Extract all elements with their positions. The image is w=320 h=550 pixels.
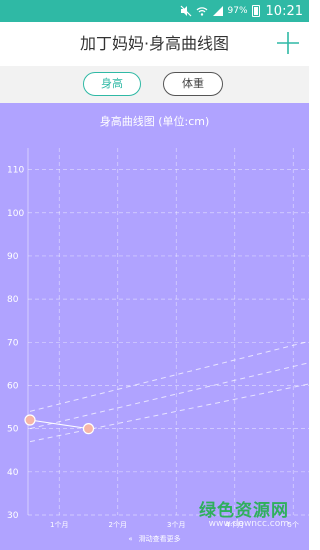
app-bar: 加丁妈妈·身高曲线图 <box>0 22 309 66</box>
y-tick-label: 50 <box>7 425 19 435</box>
height-chart[interactable]: 304050607080901001101个月 2个月 3个月 4个月 5个 <box>0 103 309 550</box>
battery-icon <box>251 5 260 17</box>
height-data-point <box>82 423 95 435</box>
chart-panel[interactable]: 身高曲线图 (单位:cm) 30 40 50 60 70 80 90 100 110 1个月 2个月… <box>0 103 309 550</box>
reference-curve <box>29 383 309 443</box>
watermark: 绿色资源网 www.downcc.com <box>199 496 289 529</box>
y-tick-label: 70 <box>7 338 19 348</box>
tab-weight[interactable]: 体重 <box>163 72 223 96</box>
add-icon[interactable] <box>275 30 301 56</box>
height-data-point <box>24 414 36 426</box>
y-tick-label: 100 <box>7 209 24 219</box>
status-bar: 97% 10:21 <box>0 0 309 22</box>
double-chevron-left-icon: « <box>128 535 133 543</box>
scroll-hint-label: 滑动查看更多 <box>138 535 181 543</box>
reference-curve <box>29 340 309 412</box>
x-tick-label: 3个月 <box>167 521 185 529</box>
y-tick-label: 80 <box>7 295 19 305</box>
y-tick-label: 30 <box>7 511 19 521</box>
x-tick-label: 2个月 <box>109 521 127 529</box>
scroll-hint: « 滑动查看更多 <box>0 534 309 544</box>
wifi-icon <box>196 7 207 16</box>
battery-percent: 97% <box>227 6 248 16</box>
x-tick-label: 1个月 <box>50 521 68 529</box>
y-tick-label: 40 <box>7 468 19 478</box>
y-tick-label: 60 <box>7 381 19 391</box>
tab-height[interactable]: 身高 <box>83 72 141 96</box>
mute-icon <box>180 5 191 17</box>
page-title: 加丁妈妈·身高曲线图 <box>79 34 230 53</box>
tab-bar: 身高 体重 <box>0 66 309 103</box>
y-tick-label: 90 <box>7 252 19 262</box>
x-tick-label: 5个 <box>288 521 299 529</box>
watermark-text: 绿色资源网 <box>199 501 289 521</box>
reference-curve <box>29 362 309 430</box>
y-tick-label: 110 <box>7 166 24 176</box>
clock: 10:21 <box>265 3 303 19</box>
signal-icon <box>212 6 223 16</box>
watermark-url: www.downcc.com <box>208 519 289 529</box>
